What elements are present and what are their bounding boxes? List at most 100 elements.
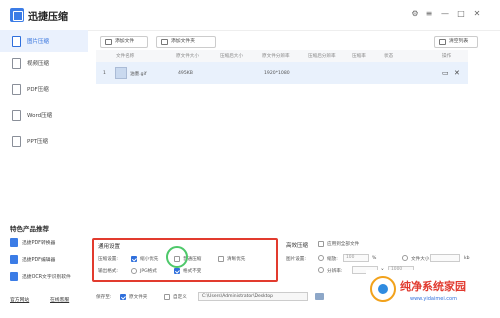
feature-label: 迅捷PDF转换器 xyxy=(22,241,56,246)
watermark-logo-icon xyxy=(370,276,396,302)
add-file-icon xyxy=(105,39,112,45)
custom-folder-label: 自定义 xyxy=(173,295,187,300)
sidebar-item-label: 图片压缩 xyxy=(27,39,50,45)
title-bar: 迅捷压缩 ⚙ ≡ — □ ✕ xyxy=(0,0,500,30)
column-header: 原文件分辨率 xyxy=(262,54,290,59)
file-table: 文件名称 原文件大小 压缩后大小 原文件分辨率 压缩后分辨率 压缩率 状态 操作… xyxy=(96,50,468,230)
feature-pdf-converter[interactable]: 迅捷PDF转换器 xyxy=(10,237,88,249)
add-folder-label: 添加文件夹 xyxy=(171,39,195,44)
add-folder-icon xyxy=(161,39,168,45)
image-file-icon xyxy=(12,36,21,47)
sidebar-item-ppt[interactable]: PPT压缩 xyxy=(0,130,88,152)
ppt-file-icon xyxy=(12,136,21,147)
watermark-url: www.yidaimei.com xyxy=(410,296,457,302)
watermark: 纯净系统家园 www.yidaimei.com xyxy=(366,270,500,318)
header-divider xyxy=(88,30,500,31)
app-window: 迅捷压缩 ⚙ ≡ — □ ✕ 图片压缩 视频压缩 PDF压缩 Word压缩 PP… xyxy=(0,0,500,318)
scrollbar[interactable] xyxy=(472,50,478,230)
sidebar-item-label: 视频压缩 xyxy=(27,61,50,67)
feature-pdf-editor[interactable]: 迅捷PDF编辑器 xyxy=(10,254,88,266)
save-path-input[interactable]: C:\Users\Administrator\Desktop xyxy=(198,292,308,301)
table-row[interactable]: 1 油墨.gif 495KB 1920*1080 ▭ ✕ xyxy=(96,62,468,84)
column-header: 压缩后大小 xyxy=(220,54,243,59)
online-service-link[interactable]: 在线客服 xyxy=(50,296,69,303)
original-folder-checkbox[interactable] xyxy=(120,294,126,300)
close-icon[interactable]: ✕ xyxy=(472,9,482,19)
output-format-label: 输出格式: xyxy=(98,269,118,274)
file-size-unit: kb xyxy=(464,256,470,261)
sidebar-item-video[interactable]: 视频压缩 xyxy=(0,52,88,74)
add-folder-button[interactable]: 添加文件夹 xyxy=(156,36,216,48)
file-size-label: 文件大小 xyxy=(411,257,430,262)
menu-icon[interactable]: ≡ xyxy=(424,9,434,19)
file-resolution: 1920*1080 xyxy=(264,71,290,76)
file-name: 油墨.gif xyxy=(130,72,147,77)
format-keep-checkbox[interactable] xyxy=(174,268,180,274)
column-header: 状态 xyxy=(384,54,394,59)
option-shrink-first-label: 缩小优先 xyxy=(140,257,159,262)
image-setting-label: 图片设置: xyxy=(286,257,306,262)
feature-label: 迅捷PDF编辑器 xyxy=(22,258,56,263)
width-input[interactable]: 100 xyxy=(343,254,369,262)
column-header: 压缩后分辨率 xyxy=(308,54,336,59)
apply-all-label: 应用到全部文件 xyxy=(327,242,360,247)
format-jpg-radio[interactable] xyxy=(131,268,137,274)
app-title: 迅捷压缩 xyxy=(28,12,68,23)
column-header: 压缩率 xyxy=(352,54,366,59)
word-file-icon xyxy=(12,110,21,121)
format-keep-label: 格式不变 xyxy=(183,269,202,274)
option-clarity-first-label: 清晰优先 xyxy=(227,257,246,262)
maximize-icon[interactable]: □ xyxy=(456,9,466,19)
sidebar-item-image[interactable]: 图片压缩 xyxy=(0,30,88,52)
minimize-icon[interactable]: — xyxy=(440,9,450,19)
column-header: 文件名称 xyxy=(116,54,135,59)
custom-folder-checkbox[interactable] xyxy=(164,294,170,300)
column-header: 原文件大小 xyxy=(176,54,199,59)
video-file-icon xyxy=(12,58,21,69)
ocr-icon xyxy=(10,272,18,281)
original-folder-label: 原文件夹 xyxy=(129,295,148,300)
trash-icon xyxy=(439,39,446,45)
sidebar-item-label: PPT压缩 xyxy=(27,139,48,145)
sidebar-item-word[interactable]: Word压缩 xyxy=(0,104,88,126)
app-logo-icon xyxy=(10,8,24,22)
size-radio[interactable] xyxy=(402,255,408,261)
column-header: 操作 xyxy=(442,54,452,59)
compress-setting-label: 压缩设置: xyxy=(98,257,118,262)
clear-list-button[interactable]: 清空列表 xyxy=(434,36,478,48)
click-indicator xyxy=(166,246,188,268)
clear-list-label: 清空列表 xyxy=(449,39,469,44)
width-unit: % xyxy=(372,256,377,261)
format-jpg-label: JPG格式 xyxy=(140,269,157,274)
feature-label: 迅捷OCR文字识别软件 xyxy=(22,275,71,280)
option-clarity-first-checkbox[interactable] xyxy=(218,256,224,262)
table-header: 文件名称 原文件大小 压缩后大小 原文件分辨率 压缩后分辨率 压缩率 状态 操作 xyxy=(96,50,468,62)
sidebar-item-label: Word压缩 xyxy=(27,113,53,119)
file-size-input[interactable] xyxy=(430,254,460,262)
sidebar-item-pdf[interactable]: PDF压缩 xyxy=(0,78,88,100)
feature-section-title: 特色产品推荐 xyxy=(10,225,49,233)
ratio-radio[interactable] xyxy=(318,255,324,261)
open-folder-icon[interactable]: ▭ xyxy=(442,69,449,77)
save-to-label: 保存至: xyxy=(96,295,112,300)
add-file-label: 添加文件 xyxy=(115,39,135,44)
feature-ocr[interactable]: 迅捷OCR文字识别软件 xyxy=(10,271,88,283)
width-label: 缩放: xyxy=(327,257,338,262)
advanced-settings-title: 高效压缩 xyxy=(286,243,309,249)
pdf-file-icon xyxy=(12,84,21,95)
folder-icon[interactable] xyxy=(315,293,324,300)
remove-icon[interactable]: ✕ xyxy=(454,69,460,77)
resolution-radio[interactable] xyxy=(318,267,324,273)
option-shrink-first-checkbox[interactable] xyxy=(131,256,137,262)
apply-all-checkbox[interactable] xyxy=(318,241,324,247)
watermark-title: 纯净系统家园 xyxy=(400,280,466,293)
general-settings-title: 通用设置 xyxy=(98,244,121,250)
sidebar-item-label: PDF压缩 xyxy=(27,87,49,93)
settings-icon[interactable]: ⚙ xyxy=(410,9,420,19)
pdf-editor-icon xyxy=(10,255,18,264)
pdf-converter-icon xyxy=(10,238,18,247)
image-thumbnail xyxy=(115,67,127,79)
add-file-button[interactable]: 添加文件 xyxy=(100,36,148,48)
resolution-label: 分辨率: xyxy=(327,269,343,274)
official-site-link[interactable]: 官方网站 xyxy=(10,296,29,303)
